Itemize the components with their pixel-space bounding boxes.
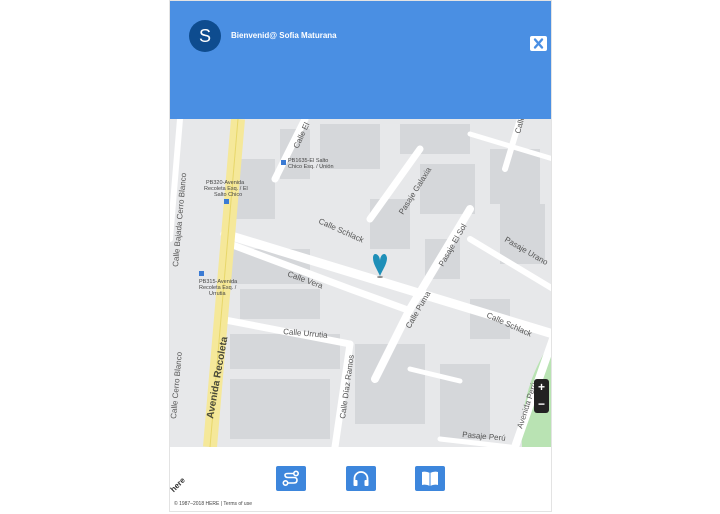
map-block [230, 379, 330, 439]
label-calle-schlack: Calle Schlack [317, 217, 366, 245]
map-block [320, 124, 380, 169]
here-logo: here [169, 475, 187, 494]
bus-stop-label: Salto Chico [214, 192, 242, 198]
close-button[interactable] [530, 36, 547, 51]
app-header: S Bienvenid@ Sofia Maturana [170, 1, 551, 119]
zoom-control: + − [534, 379, 549, 413]
map-block [490, 149, 540, 204]
copyright-text[interactable]: © 1987–2018 HERE | Terms of use [174, 501, 252, 507]
map-canvas[interactable]: Avenida Recoleta Avenida Perú Calle Schl… [170, 119, 552, 447]
map-block [400, 124, 470, 154]
location-pin-icon[interactable] [373, 254, 387, 278]
map-block [440, 364, 490, 439]
zoom-out-button[interactable]: − [534, 396, 549, 413]
headphones-icon [353, 471, 369, 486]
label-cerro-blanco: Calle Cerro Blanco [170, 351, 184, 419]
bus-stop-icon[interactable] [224, 199, 229, 204]
map-view[interactable]: Avenida Recoleta Avenida Perú Calle Schl… [170, 119, 552, 447]
audio-button[interactable] [346, 466, 376, 491]
zoom-in-button[interactable]: + [534, 379, 549, 396]
map-block [240, 289, 320, 319]
bus-stop-icon[interactable] [281, 160, 286, 165]
bus-stop-label: Chico Esq. / Unión [288, 164, 334, 170]
bus-stop-label: Urrutia [209, 291, 226, 297]
bus-stop-icon[interactable] [199, 271, 204, 276]
label-calle: Calle [513, 119, 527, 135]
book-icon [422, 471, 438, 486]
welcome-text: Bienvenid@ Sofia Maturana [231, 31, 337, 40]
guide-button[interactable] [415, 466, 445, 491]
route-icon [282, 470, 300, 487]
bottom-toolbar: here © 1987–2018 HERE | Terms of use [169, 447, 551, 511]
route-button[interactable] [276, 466, 306, 491]
avatar[interactable]: S [189, 20, 221, 52]
app-screen: S Bienvenid@ Sofia Maturana Avenida Reco… [169, 0, 552, 512]
close-icon [533, 38, 544, 49]
